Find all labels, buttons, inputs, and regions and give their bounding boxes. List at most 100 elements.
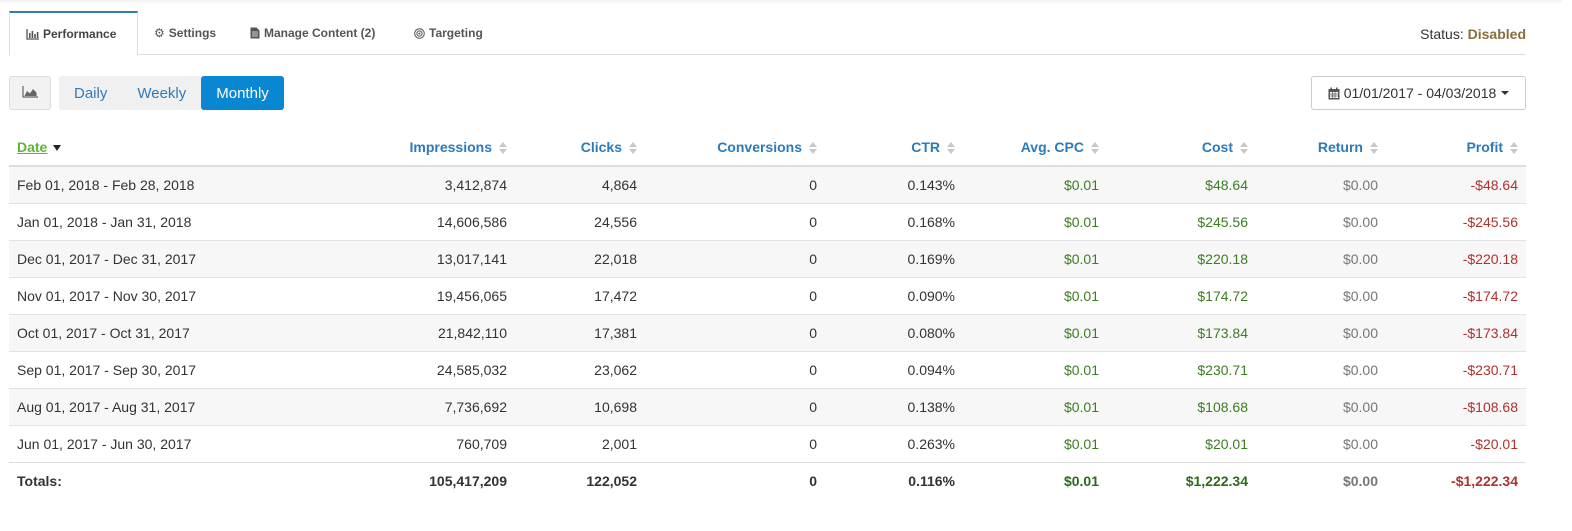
column-header-label[interactable]: Avg. CPC: [1021, 139, 1084, 155]
cell-return: $0.00: [1256, 424, 1386, 462]
table-row: Feb 01, 2018 - Feb 28, 2018 3,412,874 4,86…: [9, 166, 1526, 203]
table-row: Nov 01, 2017 - Nov 30, 2017 19,456,065 17,…: [9, 276, 1526, 314]
cell-return: $0.00: [1256, 166, 1386, 203]
cell-avg-cpc: $0.01: [963, 424, 1107, 462]
cell-clicks: 17,472: [515, 276, 645, 314]
period-daily-button[interactable]: Daily: [59, 76, 123, 110]
column-header-avg-cpc[interactable]: Avg. CPC: [963, 129, 1107, 167]
cell-avg-cpc: $0.01: [963, 239, 1107, 277]
cell-return: $0.00: [1256, 202, 1386, 240]
column-header-label[interactable]: Return: [1318, 139, 1363, 155]
column-header-label[interactable]: Profit: [1466, 139, 1503, 155]
column-header-cost[interactable]: Cost: [1107, 129, 1256, 167]
cell-date: Dec 01, 2017 - Dec 31, 2017: [9, 239, 309, 277]
cell-profit: -$220.18: [1386, 239, 1526, 277]
column-header-impressions[interactable]: Impressions: [309, 129, 515, 167]
cell-date: Aug 01, 2017 - Aug 31, 2017: [9, 387, 309, 425]
cell-date: Sep 01, 2017 - Sep 30, 2017: [9, 350, 309, 388]
document-icon: [250, 27, 260, 39]
cell-cost: $230.71: [1107, 350, 1256, 388]
cell-ctr: 0.080%: [825, 313, 963, 351]
column-header-clicks[interactable]: Clicks: [515, 129, 645, 167]
cell-conversions: 0: [645, 166, 825, 203]
tab-bar: Performance ⚙ Settings Manage Content (2…: [9, 11, 1526, 56]
chart-toggle-button[interactable]: [9, 76, 51, 110]
column-header-label[interactable]: Clicks: [581, 139, 622, 155]
status-indicator: Status: Disabled: [1420, 26, 1526, 42]
total-cost: $1,222.34: [1107, 461, 1256, 499]
cell-conversions: 0: [645, 313, 825, 351]
total-profit: -$1,222.34: [1386, 461, 1526, 499]
scrollbar[interactable]: [1562, 0, 1572, 531]
cell-ctr: 0.263%: [825, 424, 963, 462]
cell-avg-cpc: $0.01: [963, 350, 1107, 388]
sort-icon[interactable]: [499, 141, 507, 155]
tab-settings[interactable]: ⚙ Settings: [138, 11, 232, 55]
tab-label: Performance: [43, 27, 117, 41]
cell-conversions: 0: [645, 202, 825, 240]
cell-avg-cpc: $0.01: [963, 387, 1107, 425]
tab-manage-content[interactable]: Manage Content (2): [234, 11, 391, 55]
column-header-label[interactable]: Conversions: [717, 139, 802, 155]
total-clicks: 122,052: [515, 461, 645, 499]
total-ctr: 0.116%: [825, 461, 963, 499]
cell-cost: $48.64: [1107, 166, 1256, 203]
tab-performance[interactable]: Performance: [9, 11, 138, 56]
column-header-label[interactable]: CTR: [911, 139, 940, 155]
chevron-down-icon: [1501, 91, 1510, 95]
date-range-value: 01/01/2017 - 04/03/2018: [1343, 85, 1497, 101]
column-header-label[interactable]: Date: [17, 139, 47, 155]
cell-ctr: 0.169%: [825, 239, 963, 277]
date-range-picker[interactable]: 01/01/2017 - 04/03/2018: [1311, 76, 1526, 110]
column-header-date[interactable]: Date: [9, 129, 309, 167]
table-row: Jun 01, 2017 - Jun 30, 2017 760,709 2,001 0…: [9, 424, 1526, 462]
cell-profit: -$48.64: [1386, 166, 1526, 203]
column-header-profit[interactable]: Profit: [1386, 129, 1526, 167]
cell-impressions: 19,456,065: [309, 276, 515, 314]
gear-icon: ⚙: [154, 26, 165, 40]
sort-icon[interactable]: [1240, 141, 1248, 155]
cell-return: $0.00: [1256, 350, 1386, 388]
tab-targeting[interactable]: Targeting: [398, 11, 499, 55]
cell-ctr: 0.138%: [825, 387, 963, 425]
status-badge: Disabled: [1467, 26, 1526, 42]
cell-cost: $220.18: [1107, 239, 1256, 277]
sort-descending-icon[interactable]: [53, 145, 62, 152]
sort-icon[interactable]: [1370, 141, 1378, 155]
total-date: Totals:: [9, 461, 309, 499]
sort-icon[interactable]: [629, 141, 637, 155]
table-row: Sep 01, 2017 - Sep 30, 2017 24,585,032 23,…: [9, 350, 1526, 388]
cell-profit: -$245.56: [1386, 202, 1526, 240]
cell-return: $0.00: [1256, 387, 1386, 425]
column-header-return[interactable]: Return: [1256, 129, 1386, 167]
tab-label: Targeting: [429, 26, 483, 40]
period-monthly-button[interactable]: Monthly: [201, 76, 284, 110]
column-header-label[interactable]: Cost: [1202, 139, 1233, 155]
cell-cost: $174.72: [1107, 276, 1256, 314]
total-impressions: 105,417,209: [309, 461, 515, 499]
table-row: Jan 01, 2018 - Jan 31, 2018 14,606,586 24,…: [9, 202, 1526, 240]
sort-icon[interactable]: [947, 141, 955, 155]
cell-profit: -$174.72: [1386, 276, 1526, 314]
status-label: Status:: [1420, 26, 1464, 42]
cell-clicks: 17,381: [515, 313, 645, 351]
column-header-label[interactable]: Impressions: [410, 139, 492, 155]
cell-clicks: 10,698: [515, 387, 645, 425]
cell-conversions: 0: [645, 350, 825, 388]
cell-date: Nov 01, 2017 - Nov 30, 2017: [9, 276, 309, 314]
column-header-conversions[interactable]: Conversions: [645, 129, 825, 167]
cell-ctr: 0.094%: [825, 350, 963, 388]
sort-icon[interactable]: [1091, 141, 1099, 155]
sort-icon[interactable]: [1510, 141, 1518, 155]
period-weekly-button[interactable]: Weekly: [122, 76, 202, 110]
cell-profit: -$230.71: [1386, 350, 1526, 388]
sort-icon[interactable]: [809, 141, 817, 155]
table-body: Feb 01, 2018 - Feb 28, 2018 3,412,874 4,86…: [9, 166, 1526, 462]
cell-avg-cpc: $0.01: [963, 202, 1107, 240]
cell-impressions: 14,606,586: [309, 202, 515, 240]
column-header-ctr[interactable]: CTR: [825, 129, 963, 167]
cell-date: Feb 01, 2018 - Feb 28, 2018: [9, 166, 309, 203]
cell-conversions: 0: [645, 387, 825, 425]
cell-avg-cpc: $0.01: [963, 313, 1107, 351]
cell-avg-cpc: $0.01: [963, 166, 1107, 203]
